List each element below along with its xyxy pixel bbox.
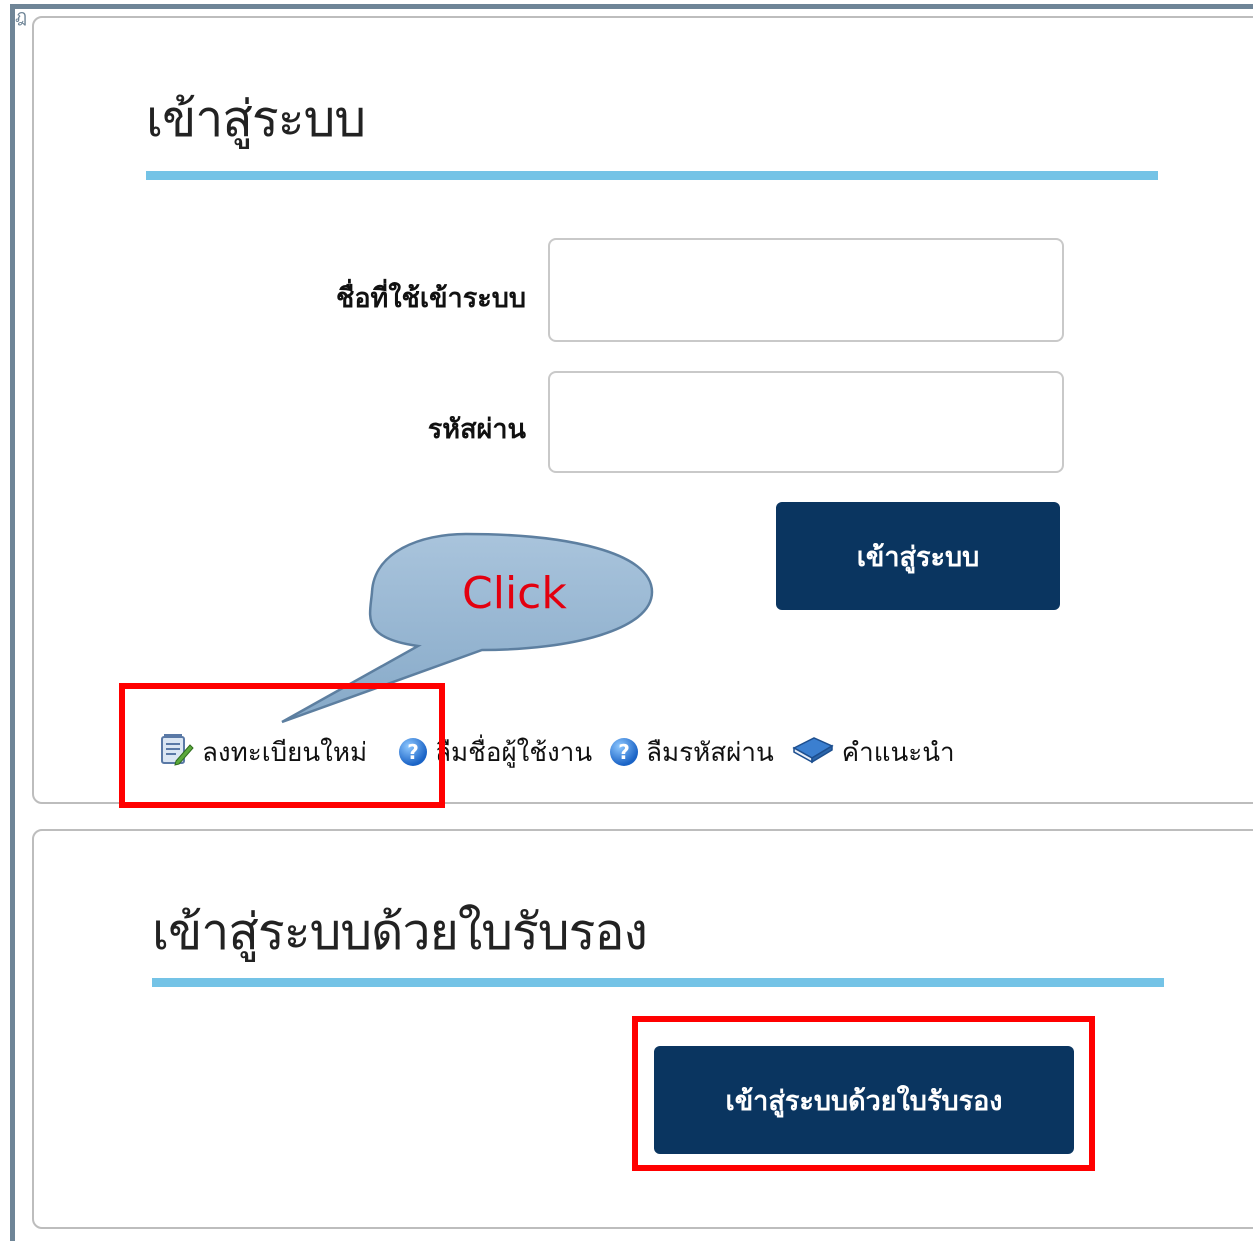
register-link-label: ลงทะเบียนใหม่ (202, 737, 368, 768)
forgot-password-label: ลืมรหัสผ่าน (646, 737, 774, 768)
login-button[interactable]: เข้าสู่ระบบ (776, 502, 1060, 610)
forgot-password-link[interactable]: ? ลืมรหัสผ่าน (610, 732, 774, 773)
login-title-rule (146, 171, 1158, 180)
frame-corner-mark: ฎ (15, 6, 28, 27)
guide-link[interactable]: คำแนะนำ (792, 732, 955, 773)
username-label: ชื่อที่ใช้เข้าระบบ (336, 283, 526, 314)
certificate-title: เข้าสู่ระบบด้วยใบรับรอง (152, 903, 648, 961)
register-link[interactable]: ลงทะเบียนใหม่ (158, 731, 367, 774)
book-icon (792, 734, 834, 771)
certificate-title-rule (152, 978, 1164, 987)
click-callout-text: Click (462, 568, 567, 619)
help-icon: ? (399, 738, 428, 766)
certificate-panel (32, 829, 1253, 1229)
login-links: ลงทะเบียนใหม่ ? ลืมชื่อผู้ใช้งาน ? ลืมรห… (158, 730, 973, 774)
username-input[interactable] (548, 238, 1064, 342)
password-label: รหัสผ่าน (427, 414, 526, 445)
forgot-username-link[interactable]: ? ลืมชื่อผู้ใช้งาน (399, 732, 592, 773)
login-title: เข้าสู่ระบบ (146, 90, 366, 148)
password-input[interactable] (548, 371, 1064, 473)
help-icon: ? (610, 738, 639, 766)
forgot-username-label: ลืมชื่อผู้ใช้งาน (435, 737, 593, 768)
certificate-login-button[interactable]: เข้าสู่ระบบด้วยใบรับรอง (654, 1046, 1074, 1154)
guide-link-label: คำแนะนำ (841, 737, 955, 768)
notepad-pencil-icon (158, 731, 194, 774)
